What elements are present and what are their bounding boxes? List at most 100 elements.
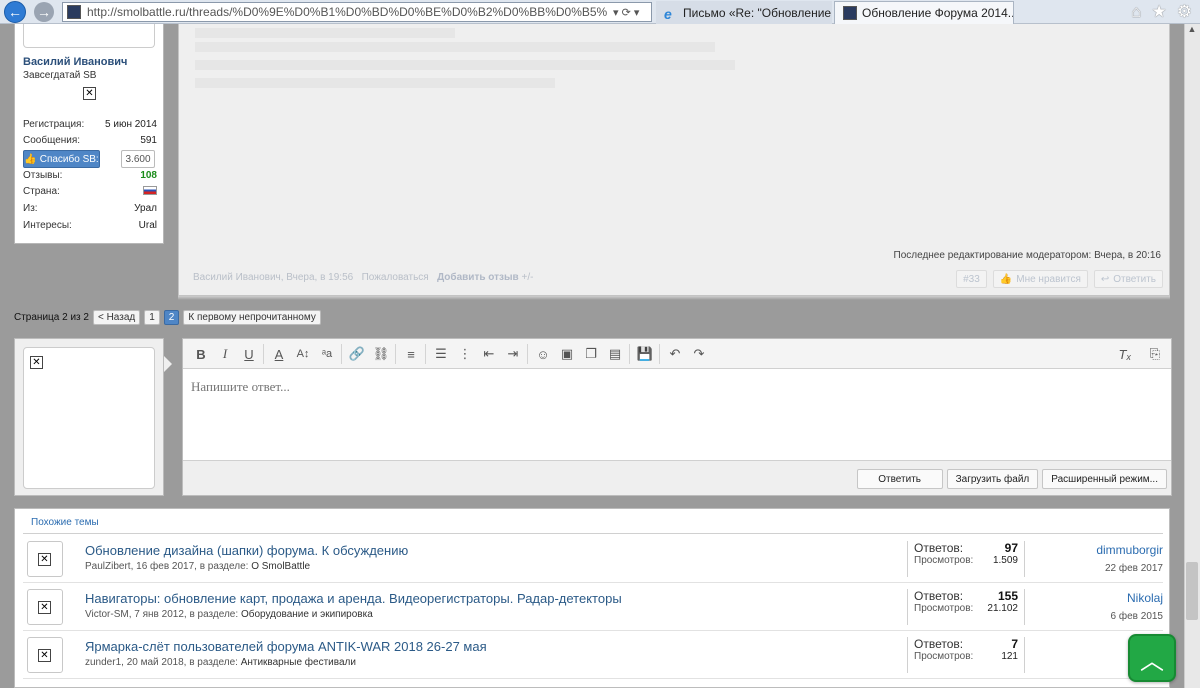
thanks-button[interactable]: 👍 Спасибо SB: [23,150,100,168]
thread-section-link[interactable]: Оборудование и экипировка [241,609,373,620]
underline-icon[interactable]: U [239,344,259,364]
favorites-star-icon[interactable]: ★ [1152,2,1167,22]
font-family-icon[interactable]: ᵃa [317,344,337,364]
stat-label: Страна: [23,186,60,197]
thread-section-link[interactable]: Антикварные фестивали [241,657,356,668]
post-actions: #33 👍 Мне нравится ↩ Ответить [956,270,1163,288]
reply-pointer [164,356,172,372]
numbered-list-icon[interactable]: ⋮ [455,344,475,364]
address-url[interactable]: http://smolbattle.ru/threads/%D0%9E%D0%B… [87,5,607,19]
broken-image-icon: ✕ [38,601,51,614]
thread-subtitle: PaulZibert, 16 фев 2017, в разделе: О Sm… [85,561,310,572]
image-icon[interactable]: ▣ [557,344,577,364]
report-link[interactable]: Пожаловаться [362,272,429,283]
post-author-time[interactable]: Василий Иванович, Вчера, в 19:56 [193,272,353,283]
post-number[interactable]: #33 [956,270,987,288]
scrollbar-thumb[interactable] [1186,562,1198,620]
last-post-user[interactable]: Nikolaj [1053,591,1163,605]
thread-title[interactable]: Обновление дизайна (шапки) форума. К обс… [85,543,408,558]
thread-section-link[interactable]: О SmolBattle [251,561,310,572]
smiley-icon[interactable]: ☺ [533,344,553,364]
submit-reply-button[interactable]: Ответить [856,469,943,489]
first-unread-button[interactable]: К первому непрочитанному [183,310,321,325]
replies-label: Ответов: [914,541,964,555]
last-post-user[interactable]: dimmuborgir [1053,543,1163,557]
reply-avatar-card: ✕ [14,338,164,496]
browser-tab-forum[interactable]: Обновление Форума 2014... ✕ [834,1,1014,24]
page-2-button[interactable]: 2 [163,310,180,325]
toggle-bbcode-icon[interactable]: ⎘ [1145,344,1165,364]
divider [23,533,1163,534]
forward-arrow-icon[interactable]: → [34,2,54,22]
media-icon[interactable]: ❐ [581,344,601,364]
tab-label: Обновление Форума 2014... [862,6,1014,20]
bold-icon[interactable]: B [191,344,211,364]
replies-count: 7 [1011,637,1018,651]
text-color-icon[interactable]: A [269,344,289,364]
thread-avatar[interactable]: ✕ [27,541,63,577]
post-faded-text [195,42,715,52]
address-controls-icon[interactable]: ▾ ⟳ ▾ [613,6,639,19]
save-draft-icon[interactable]: 💾 [635,344,655,364]
reply-editor: B I U A A↕ ᵃa 🔗 ⛓ ≡ ☰ ⋮ ⇤ ⇥ ☺ ▣ ❐ ▤ 💾 ↶ … [182,338,1172,496]
thread-title[interactable]: Ярмарка-слёт пользователей форума ANTIK-… [85,639,487,654]
thumbs-up-icon: 👍 [24,153,37,165]
broken-image-icon: ✕ [83,87,96,100]
scroll-up-icon[interactable]: ▲ [1184,24,1200,40]
font-size-icon[interactable]: A↕ [293,344,313,364]
remove-format-icon[interactable]: Tₓ [1115,344,1135,364]
unlink-icon[interactable]: ⛓ [371,344,391,364]
last-post-date[interactable]: 6 фев 2015 [1053,611,1163,622]
back-arrow-icon[interactable]: ← [4,1,26,23]
page-info: Страница 2 из 2 [14,312,89,323]
redo-icon[interactable]: ↷ [689,344,709,364]
last-post-date[interactable]: 22 фев 2017 [1053,563,1163,574]
italic-icon[interactable]: I [215,344,235,364]
upload-file-button[interactable]: Загрузить файл [946,469,1039,489]
stat-value: Ural [138,220,157,231]
browser-chrome: ← → http://smolbattle.ru/threads/%D0%9E%… [0,0,1200,24]
home-icon[interactable]: ⌂ [1131,2,1141,22]
stat-label: Интересы: [23,220,72,231]
link-icon[interactable]: 🔗 [347,344,367,364]
stat-registration: Регистрация: 5 июн 2014 [23,119,157,130]
chevron-up-icon: ︿ [1140,647,1164,675]
browser-tab-mail[interactable]: e Письмо «Re: "Обновление Ф... [656,1,832,24]
outdent-icon[interactable]: ⇤ [479,344,499,364]
site-favicon-icon [67,5,81,19]
stat-label: Отзывы: [23,170,63,181]
editor-toolbar: B I U A A↕ ᵃa 🔗 ⛓ ≡ ☰ ⋮ ⇤ ⇥ ☺ ▣ ❐ ▤ 💾 ↶ … [183,339,1171,369]
stat-value[interactable]: 591 [140,135,157,146]
add-review-link[interactable]: Добавить отзыв [437,272,519,283]
stat-label: Регистрация: [23,119,85,130]
thread-avatar[interactable]: ✕ [27,637,63,673]
scroll-to-top-button[interactable]: ︿ [1128,634,1176,682]
toolbar-separator [395,344,396,364]
thumbs-up-icon: 👍 [999,273,1013,285]
advanced-mode-button[interactable]: Расширенный режим... [1042,469,1167,489]
prev-page-button[interactable]: < Назад [92,310,141,325]
stat-location: Из: Урал [23,203,157,214]
page-1-button[interactable]: 1 [144,310,160,325]
stat-value[interactable]: 108 [140,170,157,181]
avatar[interactable] [23,24,155,48]
site-favicon-icon [843,6,857,20]
address-bar[interactable]: http://smolbattle.ru/threads/%D0%9E%D0%B… [62,2,652,22]
reply-button[interactable]: ↩ Ответить [1093,270,1163,288]
indent-icon[interactable]: ⇥ [503,344,523,364]
thread-avatar[interactable]: ✕ [27,589,63,625]
avatar: ✕ [23,347,155,489]
align-icon[interactable]: ≡ [401,344,421,364]
like-button[interactable]: 👍 Мне нравится [992,270,1088,288]
gear-icon[interactable]: ⚙ [1177,2,1192,22]
undo-icon[interactable]: ↶ [665,344,685,364]
insert-icon[interactable]: ▤ [605,344,625,364]
thread-title[interactable]: Навигаторы: обновление карт, продажа и а… [85,591,622,606]
stat-reviews: Отзывы: 108 [23,170,157,181]
bullet-list-icon[interactable]: ☰ [431,344,451,364]
editor-buttons: Ответить Загрузить файл Расширенный режи… [856,469,1167,489]
editor-text-area[interactable] [183,369,1171,461]
user-name[interactable]: Василий Иванович [23,56,127,68]
replies-count: 155 [997,589,1018,603]
reply-input[interactable] [191,377,1161,397]
